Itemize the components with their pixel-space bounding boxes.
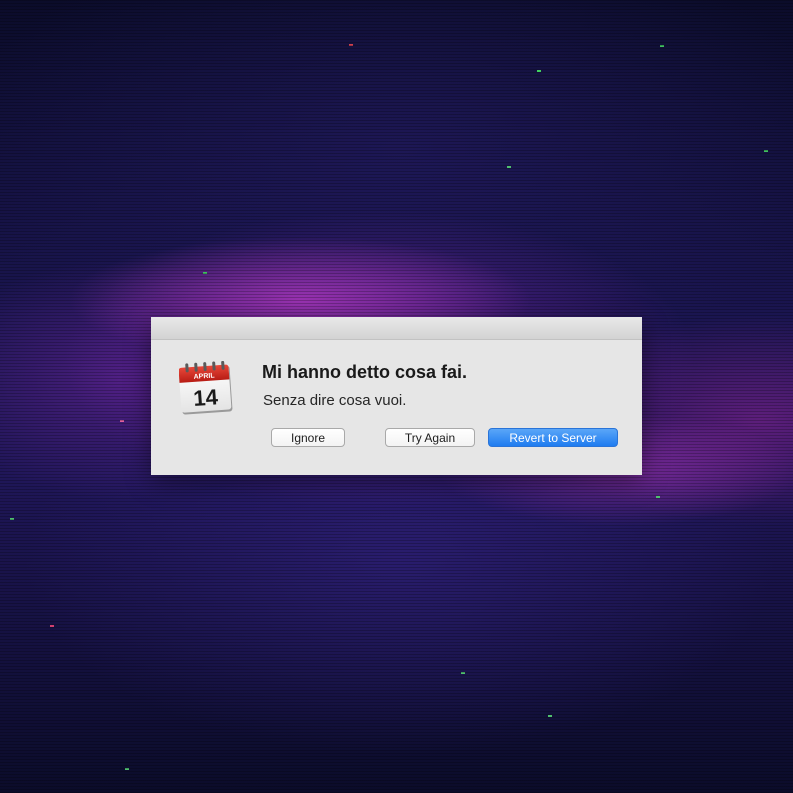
noise-dot [349,44,353,46]
alert-dialog: APRIL 14 Mi hanno detto cosa fai. Senza … [151,317,642,475]
noise-dot [764,150,768,152]
noise-dot [656,496,660,498]
calendar-icon: APRIL 14 [178,360,235,417]
dialog-title: Mi hanno detto cosa fai. [262,362,468,382]
noise-dot [10,518,14,520]
noise-dot [203,272,207,274]
noise-dot [50,625,54,627]
noise-dot [548,715,552,717]
noise-dot [660,45,664,47]
noise-dot [507,166,511,168]
ignore-button[interactable]: Ignore [271,428,345,447]
dialog-titlebar[interactable] [151,317,642,340]
noise-dot [537,70,541,72]
noise-dot [120,420,124,422]
revert-to-server-button[interactable]: Revert to Server [488,428,618,447]
noise-dot [461,672,465,674]
noise-dot [125,768,129,770]
dialog-message: Senza dire cosa vuoi. [263,392,407,409]
try-again-button[interactable]: Try Again [385,428,475,447]
calendar-day-text: 14 [193,384,220,411]
